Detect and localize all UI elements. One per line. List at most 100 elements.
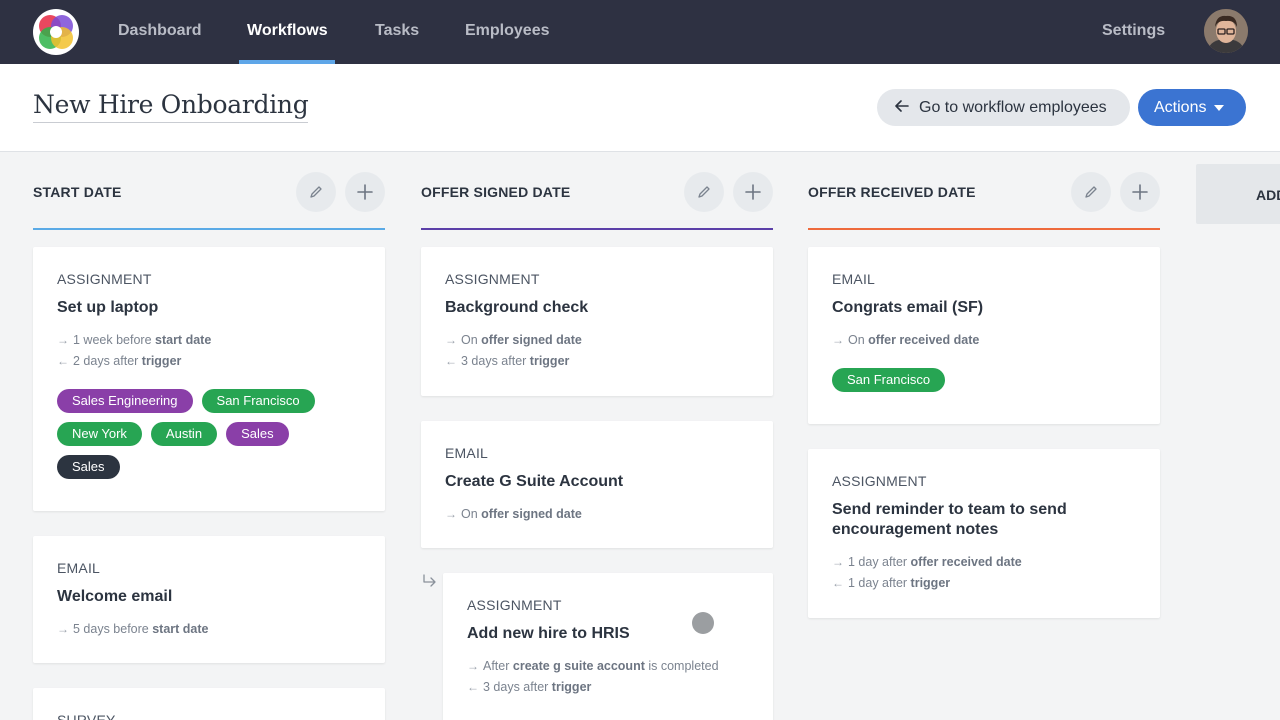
card-type: EMAIL (57, 560, 101, 576)
arrow-right-icon: → (57, 622, 69, 636)
nav-settings[interactable]: Settings (1102, 0, 1165, 64)
workflow-card[interactable]: EMAIL Congrats email (SF) → On offer rece… (808, 247, 1160, 424)
dependency-arrow-icon (421, 572, 439, 590)
timing-ref: offer received date (910, 555, 1022, 569)
card-timing: → 1 week before start date (57, 333, 361, 348)
trigger-text: 1 day after (848, 576, 911, 590)
add-card-button[interactable] (345, 172, 385, 212)
timing-text: 1 week before (73, 333, 155, 347)
card-type: EMAIL (832, 271, 876, 287)
top-nav: Dashboard Workflows Tasks Employees Sett… (0, 0, 1280, 64)
edit-column-button[interactable] (296, 172, 336, 212)
workflow-card[interactable]: ASSIGNMENT Background check → On offer si… (421, 247, 773, 396)
trigger-ref: trigger (529, 354, 570, 368)
card-type: ASSIGNMENT (467, 597, 562, 613)
column-title: START DATE (33, 184, 122, 200)
arrow-right-icon: → (832, 333, 844, 347)
arrow-right-icon: → (445, 333, 457, 347)
card-title: Welcome email (57, 588, 173, 605)
card-title: Set up laptop (57, 299, 159, 316)
card-timing: → On offer signed date (445, 333, 749, 348)
nav-employees[interactable]: Employees (465, 0, 549, 64)
arrow-left-icon: ← (467, 680, 479, 694)
column-offer-signed-date: OFFER SIGNED DATE ASSIGNMENT Background … (421, 152, 773, 720)
card-type: ASSIGNMENT (57, 271, 152, 287)
timing-ref: start date (152, 622, 209, 636)
arrow-left-icon (895, 99, 909, 117)
edit-column-button[interactable] (1071, 172, 1111, 212)
go-button-label: Go to workflow employees (919, 98, 1107, 116)
timing-ref: offer signed date (481, 507, 582, 521)
workflow-card[interactable]: SURVEY (33, 688, 385, 720)
arrow-right-icon: → (57, 333, 69, 347)
workflow-card[interactable]: ASSIGNMENT Set up laptop → 1 week before … (33, 247, 385, 511)
workflow-card[interactable]: EMAIL Create G Suite Account → On offer s… (421, 421, 773, 548)
column-accent-line (33, 228, 385, 230)
trigger-text: 3 days after (483, 680, 552, 694)
timing-text: 1 day after (848, 555, 911, 569)
pencil-icon (310, 186, 322, 198)
user-avatar[interactable] (1204, 9, 1248, 53)
trigger-ref: trigger (551, 680, 592, 694)
add-card-button[interactable] (1120, 172, 1160, 212)
add-card-button[interactable] (733, 172, 773, 212)
column-offer-received-date: OFFER RECEIVED DATE EMAIL Congrats email… (808, 152, 1160, 720)
workflow-card[interactable]: ASSIGNMENT Add new hire to HRIS → After c… (443, 573, 773, 720)
nav-workflows[interactable]: Workflows (247, 0, 328, 64)
timing-text: On (461, 507, 482, 521)
timing-text: On (461, 333, 482, 347)
timing-ref: create g suite account (512, 659, 645, 673)
trigger-text: 2 days after (73, 354, 142, 368)
column-start-date: START DATE ASSIGNMENT Set up laptop → 1 w… (33, 152, 385, 720)
card-timing: → 5 days before start date (57, 622, 361, 637)
edit-column-button[interactable] (684, 172, 724, 212)
column-header: START DATE (33, 172, 385, 212)
card-trigger: ← 3 days after trigger (445, 354, 749, 369)
tag-list: Sales Engineering San Francisco New York… (57, 389, 327, 488)
workflow-card[interactable]: ASSIGNMENT Send reminder to team to send… (808, 449, 1160, 618)
column-header: OFFER SIGNED DATE (421, 172, 773, 212)
nav-dashboard[interactable]: Dashboard (118, 0, 202, 64)
add-column-button[interactable]: ADD (1196, 164, 1280, 224)
card-title: Send reminder to team to send encouragem… (832, 501, 1067, 538)
pencil-icon (1085, 186, 1097, 198)
page-title[interactable]: New Hire Onboarding (33, 90, 309, 123)
column-accent-line (808, 228, 1160, 230)
card-title: Congrats email (SF) (832, 299, 984, 316)
card-type: ASSIGNMENT (832, 473, 927, 489)
timing-text: On (848, 333, 869, 347)
card-timing: → 1 day after offer received date (832, 555, 1136, 570)
timing-ref: offer signed date (481, 333, 582, 347)
tag[interactable]: Austin (150, 422, 218, 446)
card-type: SURVEY (57, 712, 116, 720)
plus-icon (1132, 184, 1148, 200)
nav-tasks[interactable]: Tasks (375, 0, 419, 64)
plus-icon (357, 184, 373, 200)
column-accent-line (421, 228, 773, 230)
timing-ref: offer received date (868, 333, 980, 347)
tag[interactable]: Sales Engineering (57, 389, 193, 413)
go-to-workflow-employees-button[interactable]: Go to workflow employees (877, 89, 1130, 126)
actions-button[interactable]: Actions (1138, 89, 1246, 126)
column-title: OFFER SIGNED DATE (421, 184, 571, 200)
trigger-text: 3 days after (461, 354, 530, 368)
tag[interactable]: San Francisco (201, 389, 315, 413)
workflow-card[interactable]: EMAIL Welcome email → 5 days before start… (33, 536, 385, 663)
card-trigger: ← 2 days after trigger (57, 354, 361, 369)
tag[interactable]: San Francisco (832, 368, 946, 392)
card-type: EMAIL (445, 445, 489, 461)
caret-down-icon (1214, 104, 1225, 111)
tag[interactable]: Sales (57, 455, 120, 479)
timing-text: 5 days before (73, 622, 153, 636)
timing-text: After (483, 659, 513, 673)
app-logo-icon[interactable] (33, 9, 79, 55)
actions-button-label: Actions (1154, 98, 1207, 116)
card-timing: → After create g suite account is complet… (467, 659, 749, 674)
card-type: ASSIGNMENT (445, 271, 540, 287)
timing-text-suffix: is completed (644, 659, 719, 673)
arrow-right-icon: → (467, 659, 479, 673)
tag[interactable]: Sales (226, 422, 289, 446)
card-title: Background check (445, 299, 589, 316)
tag-list: San Francisco (832, 368, 1136, 401)
tag[interactable]: New York (57, 422, 142, 446)
